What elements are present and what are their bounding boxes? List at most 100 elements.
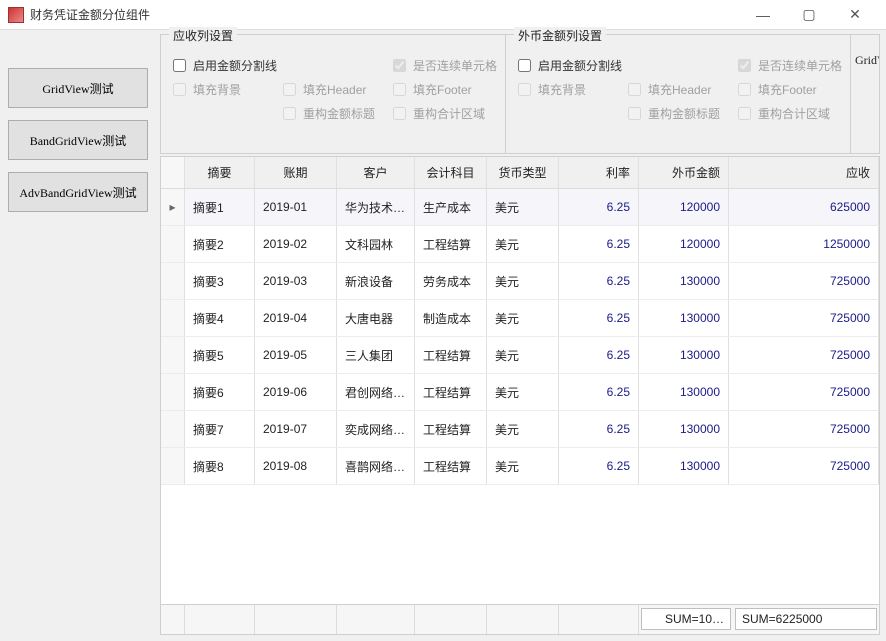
- cell-subject[interactable]: 生产成本: [415, 189, 487, 225]
- cell-fxamount[interactable]: 130000: [639, 448, 729, 484]
- foot-period: [255, 605, 337, 634]
- cell-receivable[interactable]: 725000: [729, 300, 879, 336]
- cell-rate[interactable]: 6.25: [559, 374, 639, 410]
- cell-subject[interactable]: 工程结算: [415, 411, 487, 447]
- cell-subject[interactable]: 工程结算: [415, 337, 487, 373]
- gridview-test-button[interactable]: GridView测试: [8, 68, 148, 108]
- cell-summary[interactable]: 摘要7: [185, 411, 255, 447]
- maximize-button[interactable]: ▢: [786, 0, 832, 30]
- foot-currency: [487, 605, 559, 634]
- cell-summary[interactable]: 摘要6: [185, 374, 255, 410]
- cell-receivable[interactable]: 725000: [729, 337, 879, 373]
- cell-currency[interactable]: 美元: [487, 263, 559, 299]
- cell-rate[interactable]: 6.25: [559, 448, 639, 484]
- cell-period[interactable]: 2019-06: [255, 374, 337, 410]
- close-button[interactable]: ✕: [832, 0, 878, 30]
- table-row[interactable]: 摘要32019-03新浪设备劳务成本美元6.25130000725000: [161, 263, 879, 300]
- table-row[interactable]: 摘要62019-06君创网络…工程结算美元6.25130000725000: [161, 374, 879, 411]
- table-row[interactable]: 摘要82019-08喜鹊网络…工程结算美元6.25130000725000: [161, 448, 879, 485]
- cell-subject[interactable]: 工程结算: [415, 374, 487, 410]
- table-row[interactable]: 摘要72019-07奕成网络…工程结算美元6.25130000725000: [161, 411, 879, 448]
- col-period[interactable]: 账期: [255, 157, 337, 188]
- cell-period[interactable]: 2019-07: [255, 411, 337, 447]
- col-client[interactable]: 客户: [337, 157, 415, 188]
- cell-receivable[interactable]: 625000: [729, 189, 879, 225]
- cell-summary[interactable]: 摘要8: [185, 448, 255, 484]
- cell-currency[interactable]: 美元: [487, 374, 559, 410]
- table-row[interactable]: 摘要22019-02文科园林工程结算美元6.251200001250000: [161, 226, 879, 263]
- cell-receivable[interactable]: 725000: [729, 374, 879, 410]
- cell-fxamount[interactable]: 130000: [639, 263, 729, 299]
- titlebar: 财务凭证金额分位组件 — ▢ ✕: [0, 0, 886, 30]
- cell-rate[interactable]: 6.25: [559, 263, 639, 299]
- extra-group-cut: GridVi: [850, 34, 880, 154]
- row-indicator: [161, 411, 185, 447]
- cell-receivable[interactable]: 1250000: [729, 226, 879, 262]
- advbandgridview-test-button[interactable]: AdvBandGridView测试: [8, 172, 148, 212]
- table-row[interactable]: 摘要42019-04大唐电器制造成本美元6.25130000725000: [161, 300, 879, 337]
- cell-period[interactable]: 2019-03: [255, 263, 337, 299]
- data-grid[interactable]: 摘要 账期 客户 会计科目 货币类型 利率 外币金额 应收 ▸摘要12019-0…: [160, 156, 880, 635]
- cell-subject[interactable]: 劳务成本: [415, 263, 487, 299]
- cell-client[interactable]: 君创网络…: [337, 374, 415, 410]
- recv-fill-bg-check: 填充背景: [169, 78, 279, 101]
- col-receivable[interactable]: 应收: [729, 157, 879, 188]
- cell-client[interactable]: 喜鹊网络…: [337, 448, 415, 484]
- cell-client[interactable]: 大唐电器: [337, 300, 415, 336]
- cell-receivable[interactable]: 725000: [729, 448, 879, 484]
- cell-rate[interactable]: 6.25: [559, 189, 639, 225]
- cell-client[interactable]: 新浪设备: [337, 263, 415, 299]
- cell-client[interactable]: 三人集团: [337, 337, 415, 373]
- cell-summary[interactable]: 摘要3: [185, 263, 255, 299]
- cell-summary[interactable]: 摘要2: [185, 226, 255, 262]
- cell-currency[interactable]: 美元: [487, 189, 559, 225]
- cell-rate[interactable]: 6.25: [559, 411, 639, 447]
- foot-indicator: [161, 605, 185, 634]
- cell-subject[interactable]: 制造成本: [415, 300, 487, 336]
- cell-client[interactable]: 文科园林: [337, 226, 415, 262]
- foot-summary: [185, 605, 255, 634]
- cell-receivable[interactable]: 725000: [729, 411, 879, 447]
- cell-fxamount[interactable]: 130000: [639, 337, 729, 373]
- cell-period[interactable]: 2019-05: [255, 337, 337, 373]
- cell-client[interactable]: 华为技术…: [337, 189, 415, 225]
- col-summary[interactable]: 摘要: [185, 157, 255, 188]
- cell-summary[interactable]: 摘要5: [185, 337, 255, 373]
- cell-period[interactable]: 2019-01: [255, 189, 337, 225]
- fx-fill-header-check: 填充Header: [624, 78, 734, 101]
- cell-rate[interactable]: 6.25: [559, 300, 639, 336]
- cell-summary[interactable]: 摘要4: [185, 300, 255, 336]
- cell-rate[interactable]: 6.25: [559, 226, 639, 262]
- col-rate[interactable]: 利率: [559, 157, 639, 188]
- cell-summary[interactable]: 摘要1: [185, 189, 255, 225]
- cell-subject[interactable]: 工程结算: [415, 226, 487, 262]
- cell-fxamount[interactable]: 120000: [639, 226, 729, 262]
- cell-rate[interactable]: 6.25: [559, 337, 639, 373]
- cell-fxamount[interactable]: 130000: [639, 300, 729, 336]
- table-row[interactable]: 摘要52019-05三人集团工程结算美元6.25130000725000: [161, 337, 879, 374]
- cell-fxamount[interactable]: 120000: [639, 189, 729, 225]
- cell-fxamount[interactable]: 130000: [639, 411, 729, 447]
- cell-currency[interactable]: 美元: [487, 300, 559, 336]
- bandgridview-test-button[interactable]: BandGridView测试: [8, 120, 148, 160]
- col-fxamount[interactable]: 外币金额: [639, 157, 729, 188]
- table-row[interactable]: ▸摘要12019-01华为技术…生产成本美元6.25120000625000: [161, 189, 879, 226]
- fx-enable-split-check[interactable]: 启用金额分割线: [514, 54, 624, 77]
- cell-subject[interactable]: 工程结算: [415, 448, 487, 484]
- cell-currency[interactable]: 美元: [487, 226, 559, 262]
- cell-fxamount[interactable]: 130000: [639, 374, 729, 410]
- col-currency[interactable]: 货币类型: [487, 157, 559, 188]
- cell-period[interactable]: 2019-02: [255, 226, 337, 262]
- col-subject[interactable]: 会计科目: [415, 157, 487, 188]
- row-indicator: [161, 226, 185, 262]
- cell-period[interactable]: 2019-08: [255, 448, 337, 484]
- cell-currency[interactable]: 美元: [487, 411, 559, 447]
- minimize-button[interactable]: —: [740, 0, 786, 30]
- cell-period[interactable]: 2019-04: [255, 300, 337, 336]
- cell-receivable[interactable]: 725000: [729, 263, 879, 299]
- recv-enable-split-check[interactable]: 启用金额分割线: [169, 54, 279, 77]
- cell-currency[interactable]: 美元: [487, 337, 559, 373]
- cell-client[interactable]: 奕成网络…: [337, 411, 415, 447]
- fx-group: 外币金额列设置 启用金额分割线 是否连续单元格 填充背景 填充Header 填充…: [505, 34, 851, 154]
- cell-currency[interactable]: 美元: [487, 448, 559, 484]
